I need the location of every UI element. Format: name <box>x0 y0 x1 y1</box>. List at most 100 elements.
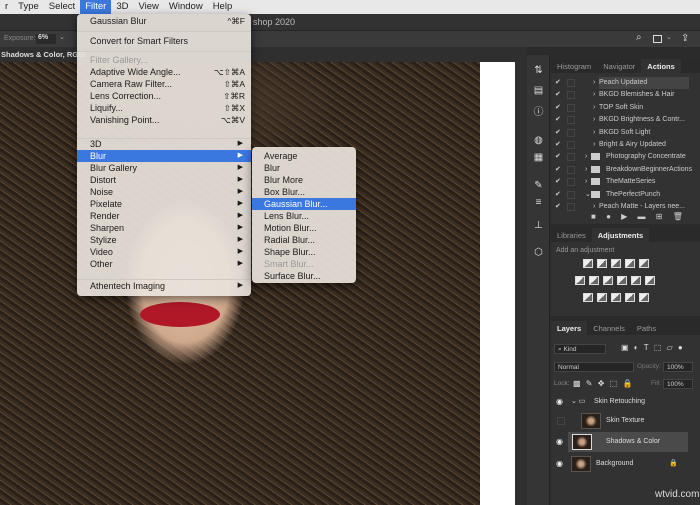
chevron-down-icon[interactable]: ⌄ <box>585 189 591 201</box>
action-row[interactable]: ✔ › Peach Updated <box>551 77 691 89</box>
chevron-right-icon[interactable]: › <box>593 89 595 101</box>
layer-row-background[interactable]: ◉ Background 🔒 <box>551 454 691 474</box>
dialog-toggle[interactable] <box>567 128 575 137</box>
info-icon[interactable]: ⓘ <box>532 107 545 119</box>
record-icon[interactable]: ● <box>606 212 611 221</box>
chevron-down-icon[interactable]: ⌄ <box>666 33 672 41</box>
blur-item[interactable]: Box Blur... <box>252 186 356 198</box>
play-icon[interactable]: ▶ <box>621 212 627 221</box>
dialog-toggle[interactable] <box>567 79 575 87</box>
tab-libraries[interactable]: Libraries <box>551 228 592 242</box>
action-row[interactable]: ✔ ⌄ ThePerfectPunch <box>551 189 691 201</box>
trash-icon[interactable]: 🗑 <box>673 212 683 221</box>
menu-item-athentech-imaging[interactable]: Athentech Imaging ▶ <box>77 280 251 292</box>
menu-view[interactable]: View <box>133 0 163 14</box>
menu-filter[interactable]: Filter <box>80 0 112 14</box>
grid-icon[interactable]: ▦ <box>532 152 545 164</box>
folder-icon[interactable]: ▬ <box>638 212 646 221</box>
tab-adjustments[interactable]: Adjustments <box>591 228 650 242</box>
eye-icon[interactable]: ◉ <box>556 397 563 406</box>
black-white-icon[interactable] <box>603 276 613 285</box>
color-lookup-icon[interactable] <box>645 276 655 285</box>
swatches-icon[interactable]: ◍ <box>532 135 545 147</box>
menu-item-submenu[interactable]: Video ▶ <box>77 246 251 258</box>
checkmark-icon[interactable]: ✔ <box>555 102 561 114</box>
blur-item[interactable]: Motion Blur... <box>252 222 356 234</box>
menu-window[interactable]: Window <box>164 0 208 14</box>
exposure-dropdown-icon[interactable]: ⌄ <box>59 33 65 41</box>
dialog-toggle[interactable] <box>567 153 575 162</box>
tab-actions[interactable]: Actions <box>641 59 681 73</box>
menu-help[interactable]: Help <box>208 0 238 14</box>
new-action-icon[interactable]: ⊞ <box>656 212 663 221</box>
chevron-right-icon[interactable]: › <box>593 102 595 114</box>
properties-icon[interactable]: ▤ <box>532 85 545 97</box>
levels-icon[interactable] <box>597 259 607 268</box>
checkmark-icon[interactable]: ✔ <box>555 127 561 139</box>
checkmark-icon[interactable]: ✔ <box>555 139 561 151</box>
gradient-map-icon[interactable] <box>639 293 649 302</box>
exposure-icon[interactable] <box>625 259 635 268</box>
menu-item-submenu[interactable]: Distort ▶ <box>77 174 251 186</box>
fill-input[interactable]: 100% <box>663 379 693 389</box>
posterize-icon[interactable] <box>597 293 607 302</box>
channel-mixer-icon[interactable] <box>631 276 641 285</box>
exposure-input[interactable]: 6% <box>36 34 56 44</box>
chevron-right-icon[interactable]: › <box>593 127 595 139</box>
menu-item-filter[interactable]: Lens Correction... ⇧⌘R <box>77 90 251 102</box>
action-row[interactable]: ✔ › BKGD Blemishes & Hair <box>551 89 691 101</box>
checkmark-icon[interactable]: ✔ <box>555 176 561 188</box>
type-filter-icon[interactable]: T <box>644 343 649 352</box>
tab-channels[interactable]: Channels <box>587 321 631 335</box>
dialog-toggle[interactable] <box>567 190 575 199</box>
tab-paths[interactable]: Paths <box>631 321 662 335</box>
dialog-toggle[interactable] <box>567 141 575 149</box>
color-balance-icon[interactable] <box>589 276 599 285</box>
blur-item[interactable]: Lens Blur... <box>252 210 356 222</box>
action-row[interactable]: ✔ › Photography Concentrate <box>551 151 691 163</box>
layer-row-skin-texture[interactable]: Skin Texture <box>551 411 691 431</box>
chevron-right-icon[interactable]: › <box>593 114 595 126</box>
menu-item-submenu[interactable]: Sharpen ▶ <box>77 222 251 234</box>
dialog-toggle[interactable] <box>567 91 575 100</box>
chevron-right-icon[interactable]: › <box>593 139 595 151</box>
clone-source-icon[interactable]: ⊥ <box>532 220 545 232</box>
tab-layers[interactable]: Layers <box>551 321 588 335</box>
chevron-right-icon[interactable]: › <box>585 176 587 188</box>
share-icon[interactable]: ⇪ <box>681 33 689 44</box>
dialog-toggle[interactable] <box>567 203 575 211</box>
smart-object-filter-icon[interactable]: ▱ <box>667 343 673 352</box>
checkmark-icon[interactable]: ✔ <box>555 114 561 126</box>
eye-icon[interactable]: ◉ <box>556 437 563 446</box>
menu-item-filter[interactable]: Vanishing Point... ⌥⌘V <box>77 114 251 126</box>
menu-item-submenu[interactable]: Stylize ▶ <box>77 234 251 246</box>
visibility-toggle-off[interactable] <box>557 417 565 425</box>
search-icon[interactable]: ⌕ <box>636 32 642 43</box>
menu-item-last-filter[interactable]: Gaussian Blur ^⌘F <box>77 15 251 27</box>
pixel-filter-icon[interactable]: ▣ <box>621 343 629 352</box>
chevron-right-icon[interactable]: › <box>585 151 587 163</box>
workspace-icon[interactable] <box>653 35 662 43</box>
checkmark-icon[interactable]: ✔ <box>555 151 561 163</box>
checkmark-icon[interactable]: ✔ <box>555 77 561 89</box>
history-icon[interactable]: ⇅ <box>532 65 545 77</box>
adjustment-filter-icon[interactable]: ◐ <box>634 343 639 352</box>
blur-item[interactable]: Blur <box>252 162 356 174</box>
blur-item[interactable]: Surface Blur... <box>252 270 356 282</box>
brush-icon[interactable]: ✎ <box>532 180 545 192</box>
lock-move-icon[interactable]: ✥ <box>598 379 605 388</box>
menu-partial[interactable]: r <box>0 0 13 14</box>
menu-item-convert-smart-filters[interactable]: Convert for Smart Filters <box>77 35 251 47</box>
menu-item-submenu[interactable]: Pixelate ▶ <box>77 198 251 210</box>
lock-all-icon[interactable]: 🔒 <box>622 379 632 388</box>
menu-item-submenu[interactable]: Other ▶ <box>77 258 251 270</box>
menu-item-submenu[interactable]: Blur ▶ <box>77 150 251 162</box>
action-row[interactable]: ✔ › TOP Soft Skin <box>551 102 691 114</box>
vibrance-icon[interactable] <box>639 259 649 268</box>
action-row[interactable]: ✔ › BKGD Brightness & Contr... <box>551 114 691 126</box>
blend-mode-select[interactable]: Normal <box>554 362 634 372</box>
menu-item-submenu[interactable]: 3D ▶ <box>77 138 251 150</box>
menu-item-filter[interactable]: Camera Raw Filter... ⇧⌘A <box>77 78 251 90</box>
curves-icon[interactable] <box>611 259 621 268</box>
dialog-toggle[interactable] <box>567 103 575 112</box>
